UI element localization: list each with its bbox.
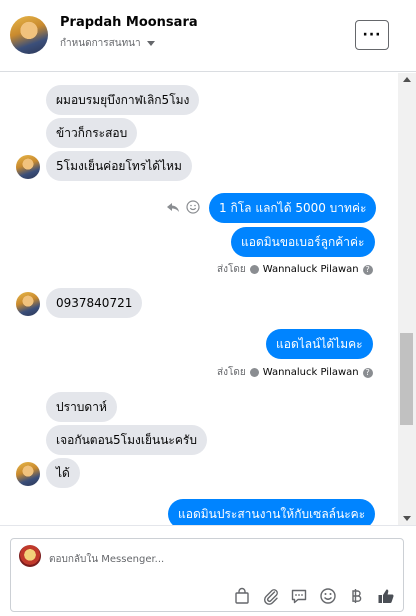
sent-by-label: ส่งโดย [217,264,246,275]
help-icon[interactable]: ? [362,367,373,378]
sent-by-label: ส่งโดย [217,367,246,378]
shopping-bag-icon[interactable] [233,587,251,605]
emoji-icon[interactable] [319,587,337,605]
scroll-down-arrow-icon[interactable] [403,516,411,521]
incoming-message: ผมอบรมยุบึงกาฬเลิก5โมง [46,85,200,115]
contact-avatar-small [16,155,40,179]
more-options-button[interactable]: ··· [355,20,389,50]
reply-icon[interactable] [166,200,180,214]
composer-toolbar [11,587,405,607]
composer-area [0,525,416,616]
incoming-message: ได้ [46,458,80,488]
outgoing-message: แอดมินประสานงานให้กับเซลล์นะคะ [168,499,376,525]
message-thread: ผมอบรมยุบึงกาฬเลิก5โมง ข้าวก็กระสอบ 5โมง… [0,73,398,525]
chevron-down-icon [146,41,155,46]
paperclip-icon[interactable] [262,587,280,605]
thread-scrollbar[interactable] [398,73,416,525]
conversation-status-label: กำหนดการสนทนา [60,38,141,49]
incoming-message: 5โมงเย็นค่อยโทรได้ไหม [46,151,192,181]
conversation-header: Prapdah Moonsara กำหนดการสนทนา ··· [0,0,416,72]
page-avatar [19,545,41,567]
outgoing-message: แอดไลน์ได้ไมคะ [266,329,373,359]
smiley-icon[interactable] [186,200,200,214]
conversation-status-dropdown[interactable]: กำหนดการสนทนา [60,36,155,51]
scroll-up-arrow-icon[interactable] [403,77,411,82]
contact-avatar[interactable] [10,16,48,54]
sent-by-line: ส่งโดย Wannaluck Pilawan ? [217,365,373,380]
incoming-message: เจอกันตอน5โมงเย็นนะครับ [46,425,207,455]
thumbs-up-icon[interactable] [377,587,395,605]
contact-avatar-small [16,292,40,316]
agent-icon [249,368,259,377]
composer-box [10,538,404,612]
baht-icon[interactable] [347,587,365,605]
incoming-message: ข้าวก็กระสอบ [46,118,138,148]
outgoing-message: แอดมินขอเบอร์ลูกค้าค่ะ [231,227,375,257]
agent-icon [249,265,259,274]
sent-by-agent[interactable]: Wannaluck Pilawan [263,367,359,378]
reply-input[interactable] [49,551,389,567]
sent-by-line: ส่งโดย Wannaluck Pilawan ? [217,262,373,277]
sent-by-agent[interactable]: Wannaluck Pilawan [263,264,359,275]
chat-bubble-icon[interactable] [290,587,308,605]
scrollbar-thumb[interactable] [400,333,413,425]
contact-name[interactable]: Prapdah Moonsara [60,15,198,30]
incoming-message: ปราบดาห์ [46,392,117,422]
contact-avatar-small [16,462,40,486]
incoming-message: 0937840721 [46,288,143,318]
outgoing-message: 1 กิโล แลกได้ 5000 บาทค่ะ [209,193,377,223]
help-icon[interactable]: ? [362,264,373,275]
